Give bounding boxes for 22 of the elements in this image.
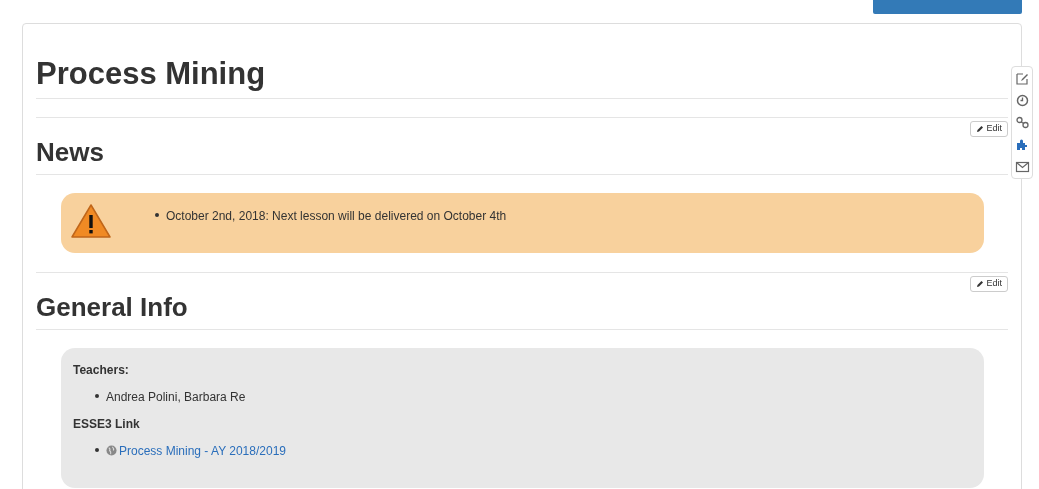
news-item: October 2nd, 2018: Next lesson will be delivered on October 4th [166, 208, 507, 225]
course-link[interactable]: Process Mining - AY 2018/2019 [119, 442, 286, 460]
edit-button[interactable]: Edit [970, 276, 1008, 292]
warning-icon [70, 203, 112, 239]
section-heading: General Info [36, 292, 188, 322]
section-heading: News [36, 137, 104, 167]
edit-icon[interactable] [1014, 71, 1030, 86]
page-title: Process Mining [36, 56, 266, 92]
pencil-icon [976, 125, 985, 133]
bullet [95, 447, 99, 452]
globe-icon [106, 444, 117, 456]
chain-icon[interactable] [1014, 115, 1030, 130]
clock-icon[interactable] [1014, 93, 1030, 108]
pencil-icon [976, 280, 985, 288]
bullet [155, 212, 159, 217]
teacher-names: Andrea Polini, Barbara Re [106, 389, 246, 406]
edit-button[interactable]: Edit [970, 121, 1008, 137]
info-label: ESSE3 Link [73, 417, 140, 431]
bullet [95, 393, 99, 398]
info-label: Teachers: [73, 363, 129, 377]
puzzle-icon[interactable] [1014, 137, 1030, 152]
mail-icon[interactable] [1014, 159, 1030, 174]
